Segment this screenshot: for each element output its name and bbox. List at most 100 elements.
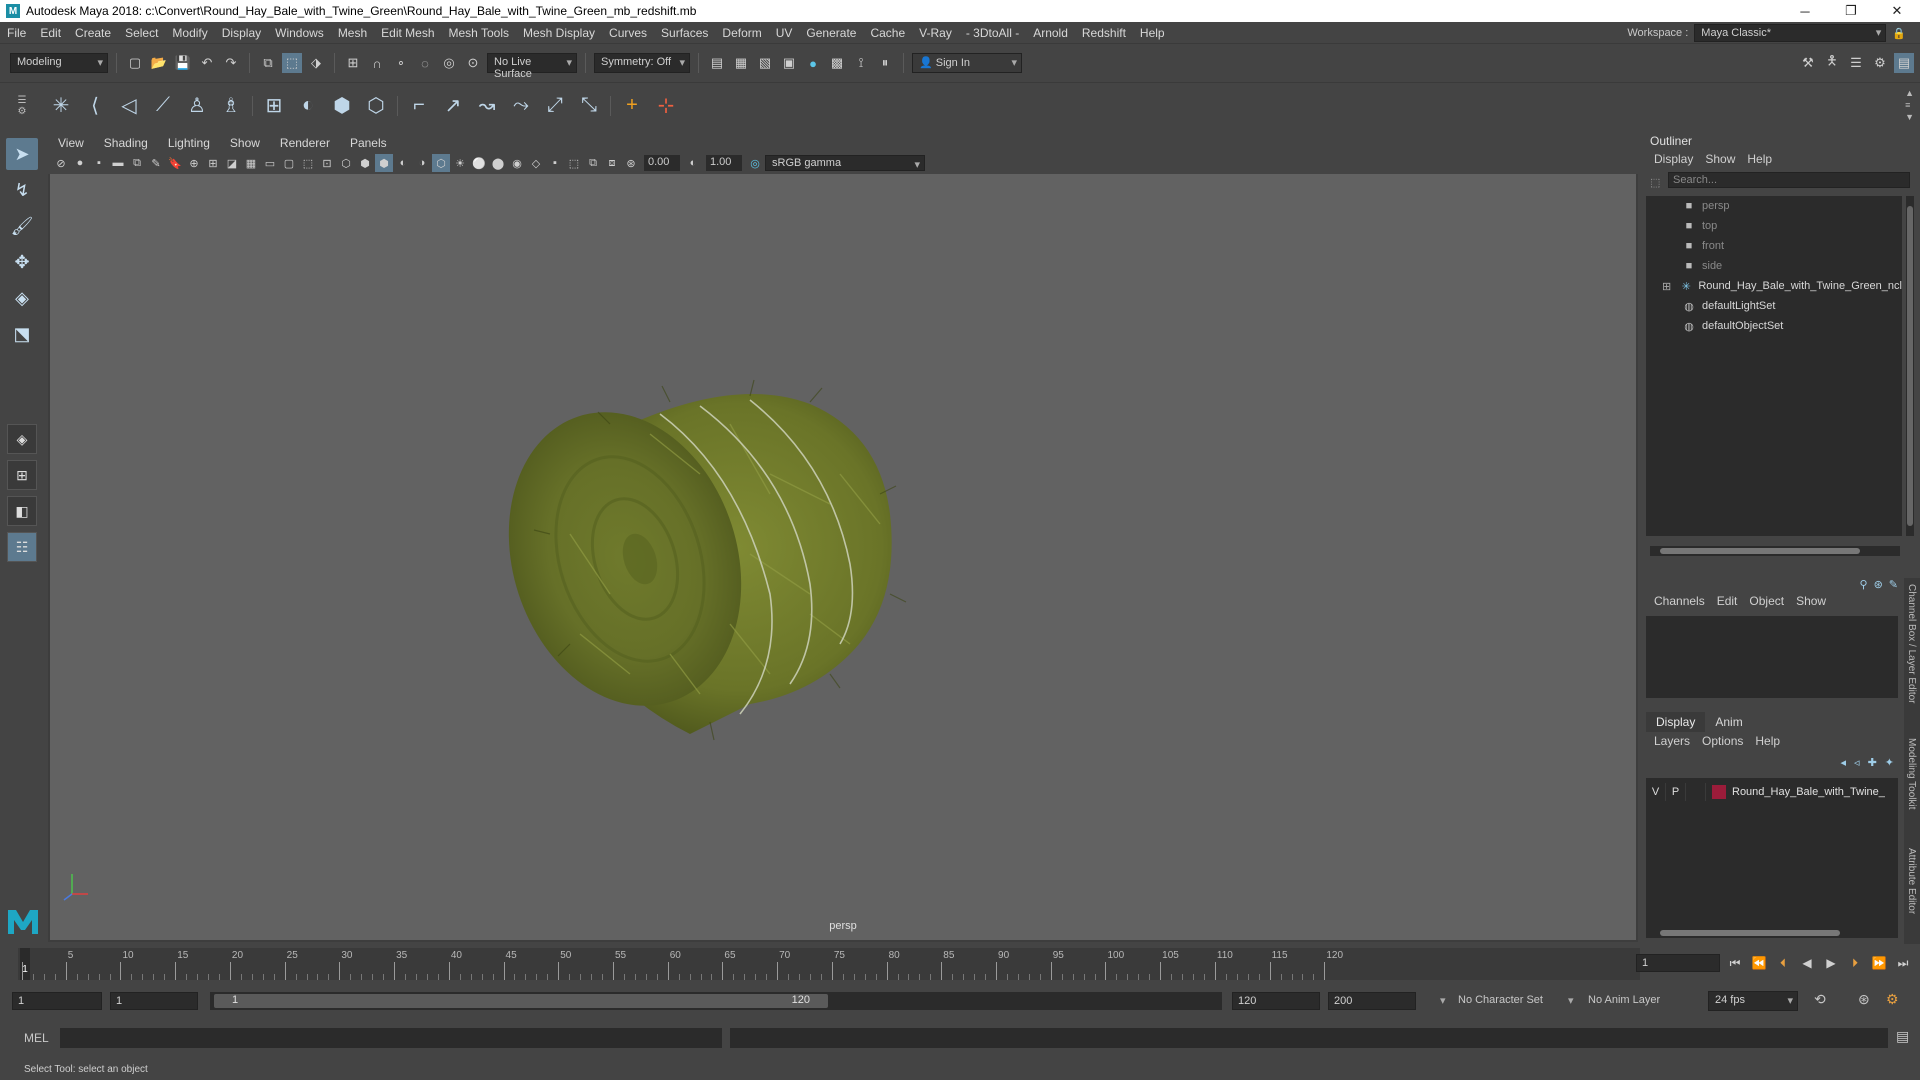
current-frame-field[interactable]: 1	[1636, 954, 1720, 972]
menu-windows[interactable]: Windows	[268, 26, 331, 40]
close-button[interactable]: ✕	[1874, 0, 1920, 22]
step-forward-frame-icon[interactable]: ⏵	[1846, 954, 1864, 972]
outliner-menu-help[interactable]: Help	[1741, 152, 1778, 166]
smooth-shade-icon[interactable]: ⬢	[356, 154, 374, 172]
snap-projected-icon[interactable]: ◌	[415, 53, 435, 73]
menu-deform[interactable]: Deform	[715, 26, 768, 40]
menu-generate[interactable]: Generate	[799, 26, 863, 40]
minimize-button[interactable]: ─	[1782, 0, 1828, 22]
layer-menu-help[interactable]: Help	[1749, 734, 1786, 748]
2d-pan-zoom-icon[interactable]: ⧉	[128, 154, 146, 172]
lasso-tool-icon[interactable]: ↯	[6, 174, 38, 206]
step-back-key-icon[interactable]: ⏪	[1750, 954, 1768, 972]
menu-edit[interactable]: Edit	[33, 26, 68, 40]
side-tab-channel-box[interactable]: Channel Box / Layer Editor	[1906, 584, 1917, 704]
outliner-horizontal-scrollbar[interactable]	[1650, 546, 1900, 556]
lock-icon[interactable]: 🔒	[1892, 27, 1906, 40]
view-transform-dropdown[interactable]: sRGB gamma	[765, 155, 925, 171]
undo-icon[interactable]: ↶	[197, 53, 217, 73]
shelf-scroll-up-icon[interactable]: ▲	[1905, 87, 1914, 99]
menu-redshift[interactable]: Redshift	[1075, 26, 1133, 40]
use-lights-icon[interactable]: ◐	[394, 154, 412, 172]
anti-aliasing-icon[interactable]: ◇	[527, 154, 545, 172]
select-object-icon[interactable]: ⬚	[282, 53, 302, 73]
menu-help[interactable]: Help	[1133, 26, 1172, 40]
image-plane-icon[interactable]: ▬	[109, 154, 127, 172]
locator-icon[interactable]: +	[615, 89, 649, 123]
squash-deformer-icon[interactable]: ⤢	[538, 89, 572, 123]
auto-key-icon[interactable]: ⊛	[1858, 991, 1870, 1008]
grid-icon[interactable]: ▦	[242, 154, 260, 172]
paint-select-icon[interactable]: 🖌	[6, 210, 38, 242]
select-hierarchy-icon[interactable]: ⧉	[258, 53, 278, 73]
hik-icon[interactable]: ♙	[180, 89, 214, 123]
ipr-render-icon[interactable]: ▧	[755, 53, 775, 73]
modeling-toolkit-icon[interactable]: ⚒	[1798, 53, 1818, 73]
color-management-icon[interactable]: ◎	[746, 154, 764, 172]
render-view-icon[interactable]: ▤	[707, 53, 727, 73]
new-scene-icon[interactable]: ▢	[125, 53, 145, 73]
anim-layer-arrow-icon[interactable]: ▾	[1568, 994, 1574, 1007]
viewport-menu-show[interactable]: Show	[220, 136, 270, 150]
select-camera-icon[interactable]: ⊘	[52, 154, 70, 172]
side-tab-modeling-toolkit[interactable]: Modeling Toolkit	[1906, 738, 1917, 810]
save-scene-icon[interactable]: 💾	[173, 53, 193, 73]
joint-icon[interactable]: ⊹	[649, 89, 683, 123]
outliner-filter-icon[interactable]: ⬚	[1650, 176, 1660, 189]
xray-joints-icon[interactable]: ⚪	[470, 154, 488, 172]
xray-icon[interactable]: ☀	[451, 154, 469, 172]
move-layer-up-icon[interactable]: ◂	[1841, 756, 1847, 769]
menu-arnold[interactable]: Arnold	[1026, 26, 1075, 40]
step-forward-key-icon[interactable]: ⏩	[1870, 954, 1888, 972]
outliner-menu-display[interactable]: Display	[1648, 152, 1699, 166]
menu-vray[interactable]: V-Ray	[912, 26, 959, 40]
range-bar[interactable]: 1 120	[210, 992, 1222, 1010]
film-gate-icon[interactable]: ▭	[261, 154, 279, 172]
cluster-icon[interactable]: ⬡	[359, 89, 393, 123]
menu-mesh-display[interactable]: Mesh Display	[516, 26, 602, 40]
safe-action-icon[interactable]: ⬚	[299, 154, 317, 172]
menu-display[interactable]: Display	[215, 26, 268, 40]
new-layer-selected-icon[interactable]: ✦	[1885, 756, 1894, 769]
new-layer-icon[interactable]: ✚	[1868, 756, 1877, 769]
scale-tool-icon[interactable]: ⬔	[6, 318, 38, 350]
viewport-menu-shading[interactable]: Shading	[94, 136, 158, 150]
exposure-field[interactable]: 0.00	[644, 155, 680, 171]
snap-point-icon[interactable]: ∘	[391, 53, 411, 73]
gate-mask-icon[interactable]: ◪	[223, 154, 241, 172]
outliner-vertical-scrollbar[interactable]	[1906, 196, 1914, 536]
menu-select[interactable]: Select	[118, 26, 165, 40]
layer-playback-toggle[interactable]: P	[1666, 783, 1686, 801]
menu-mesh-tools[interactable]: Mesh Tools	[442, 26, 516, 40]
hud-icon[interactable]: ⧉	[584, 154, 602, 172]
wireframe-on-shaded-icon[interactable]: ⬡	[432, 154, 450, 172]
channel-box-edit-icon[interactable]: ✎	[1889, 578, 1898, 591]
bookmarks-icon[interactable]: ▪	[90, 154, 108, 172]
layer-menu-options[interactable]: Options	[1696, 734, 1749, 748]
viewport-canvas[interactable]: persp	[50, 174, 1636, 940]
expand-icon[interactable]: ⊞	[1662, 280, 1674, 293]
grease-pencil-icon[interactable]: ✎	[147, 154, 165, 172]
ambient-occlusion-icon[interactable]: ⬤	[489, 154, 507, 172]
render-current-icon[interactable]: ▦	[731, 53, 751, 73]
end-time-field[interactable]: 200	[1328, 992, 1416, 1010]
hypershade-icon[interactable]: ●	[803, 53, 823, 73]
four-view-layout-icon[interactable]: ⊞	[7, 460, 37, 490]
rotate-tool-icon[interactable]: ◈	[6, 282, 38, 314]
menu-uv[interactable]: UV	[769, 26, 800, 40]
menu-3dtoall[interactable]: - 3DtoAll -	[959, 26, 1026, 40]
select-tool-icon[interactable]: ➤	[6, 138, 38, 170]
channel-box-icon[interactable]: ▤	[1894, 53, 1914, 73]
workspace-dropdown[interactable]: Maya Classic*	[1694, 24, 1887, 42]
loop-icon[interactable]: ⟲	[1814, 991, 1826, 1008]
menu-edit-mesh[interactable]: Edit Mesh	[374, 26, 441, 40]
menu-curves[interactable]: Curves	[602, 26, 654, 40]
snap-curve-icon[interactable]: ∩	[367, 53, 387, 73]
start-time-field[interactable]: 1	[12, 992, 102, 1010]
menu-cache[interactable]: Cache	[863, 26, 912, 40]
menu-surfaces[interactable]: Surfaces	[654, 26, 715, 40]
layer-editor-scrollbar[interactable]	[1650, 928, 1898, 938]
ncloth-icon[interactable]: ✳	[44, 89, 78, 123]
tool-settings-icon[interactable]: ⚙	[1870, 53, 1890, 73]
twist-deformer-icon[interactable]: ↝	[470, 89, 504, 123]
